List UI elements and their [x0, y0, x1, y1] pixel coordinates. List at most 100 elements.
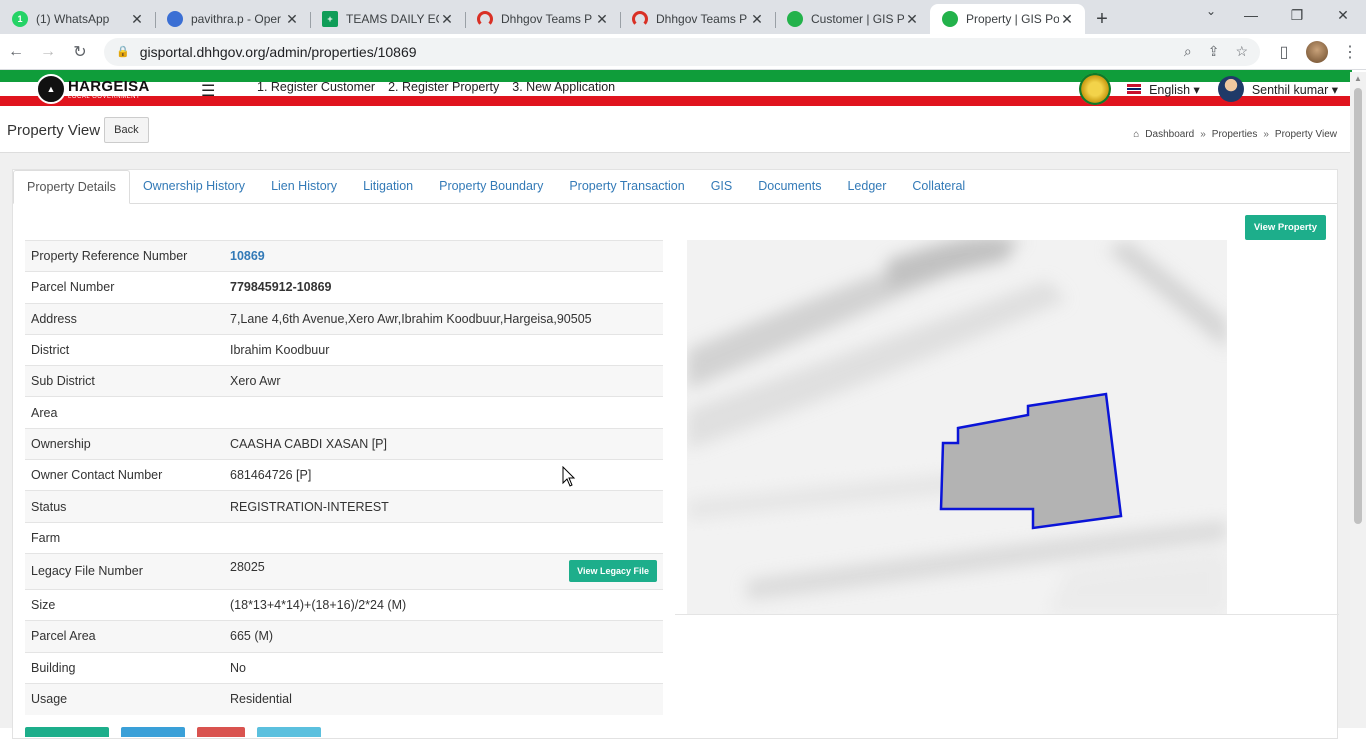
user-name: Senthil kumar	[1251, 82, 1329, 97]
close-tab-icon[interactable]: ✕	[284, 11, 300, 28]
language-label: English	[1149, 82, 1191, 97]
view-property-button[interactable]: View Property	[1244, 215, 1326, 240]
tab-ownership-history[interactable]: Ownership History	[130, 170, 258, 203]
close-tab-icon[interactable]: ✕	[1059, 11, 1075, 28]
zoom-icon[interactable]: ⌕	[1184, 43, 1192, 60]
row-label: Legacy File Number	[25, 552, 224, 590]
parcel-map[interactable]	[687, 240, 1227, 614]
url-input[interactable]: 🔒 gisportal.dhhgov.org/admin/properties/…	[104, 37, 1260, 66]
page-header: Property View Back ⌂ Dashboard » Propert…	[0, 108, 1350, 153]
mouse-cursor-icon	[562, 466, 576, 487]
logo-subtitle: LOCAL GOVERNMENT	[68, 93, 141, 100]
tab-collateral[interactable]: Collateral	[899, 170, 978, 203]
browser-tab[interactable]: Customer | GIS P ✕	[775, 4, 930, 34]
user-menu[interactable]: Senthil kumar ▾	[1252, 82, 1338, 97]
close-tab-icon[interactable]: ✕	[439, 11, 455, 28]
table-row: Parcel Number 779845912-10869	[25, 271, 663, 304]
profile-avatar[interactable]	[1306, 40, 1328, 63]
whatsapp-icon: 1	[12, 11, 28, 27]
nav-register-property[interactable]: 2. Register Property	[388, 80, 499, 94]
close-window-icon[interactable]: ✕	[1320, 0, 1366, 30]
browser-tab[interactable]: Dhhgov Teams P ✕	[620, 4, 775, 34]
address-value: 7,Lane 4,6th Avenue,Xero Awr,Ibrahim Koo…	[224, 302, 663, 335]
tab-title: (1) WhatsApp	[36, 12, 110, 26]
kebab-menu-icon[interactable]: ⋮	[1334, 42, 1366, 62]
tab-title: TEAMS DAILY EO	[346, 12, 439, 26]
browser-tab[interactable]: pavithra.p - Oper ✕	[155, 4, 310, 34]
tab-lien-history[interactable]: Lien History	[258, 170, 350, 203]
scroll-up-icon[interactable]: ▲	[1354, 74, 1362, 83]
close-tab-icon[interactable]: ✕	[904, 11, 920, 28]
gis-icon	[942, 11, 958, 27]
address-bar: ← → ↻ 🔒 gisportal.dhhgov.org/admin/prope…	[0, 34, 1366, 70]
reload-icon[interactable]: ↻	[64, 42, 96, 62]
breadcrumb-dashboard[interactable]: Dashboard	[1145, 129, 1194, 140]
browser-tab[interactable]: 1 (1) WhatsApp ✕	[0, 4, 155, 34]
row-label: Size	[25, 588, 224, 621]
action-button-partial[interactable]	[257, 727, 321, 737]
divider	[675, 614, 1339, 615]
usage-value: Residential	[224, 682, 663, 715]
row-label: Parcel Number	[25, 271, 224, 304]
new-tab-icon[interactable]: +	[1085, 4, 1119, 34]
district-value: Ibrahim Koodbuur	[224, 333, 663, 366]
table-row: Usage Residential	[25, 682, 663, 715]
close-tab-icon[interactable]: ✕	[749, 11, 765, 28]
tab-property-transaction[interactable]: Property Transaction	[556, 170, 697, 203]
action-button-partial[interactable]	[25, 727, 109, 737]
tab-property-boundary[interactable]: Property Boundary	[426, 170, 556, 203]
lock-icon[interactable]: 🔒	[116, 45, 130, 58]
nav-new-application[interactable]: 3. New Application	[512, 80, 615, 94]
hamburger-menu-icon[interactable]: ☰	[201, 81, 215, 101]
row-label: Farm	[25, 521, 224, 554]
back-button[interactable]: Back	[104, 117, 149, 143]
forward-arrow-icon[interactable]: →	[32, 43, 64, 61]
nav-register-customer[interactable]: 1. Register Customer	[257, 80, 375, 94]
arc-icon	[477, 11, 493, 27]
parcel-area-value: 665 (M)	[224, 620, 663, 653]
table-row: Sub District Xero Awr	[25, 365, 663, 397]
row-label: Address	[25, 302, 224, 335]
row-label: Ownership	[25, 427, 224, 460]
sub-district-value: Xero Awr	[224, 365, 663, 397]
row-label: Sub District	[25, 365, 224, 397]
tab-ledger[interactable]: Ledger	[834, 170, 899, 203]
tab-property-details[interactable]: Property Details	[13, 170, 130, 204]
user-avatar[interactable]	[1217, 76, 1244, 102]
tab-gis[interactable]: GIS	[698, 170, 746, 203]
close-tab-icon[interactable]: ✕	[129, 11, 145, 28]
logo-title: HARGEISA	[68, 77, 150, 95]
action-button-partial[interactable]	[121, 727, 185, 737]
tab-documents[interactable]: Documents	[745, 170, 834, 203]
row-label: Parcel Area	[25, 620, 224, 653]
gis-icon	[787, 11, 803, 27]
browser-tab-active[interactable]: Property | GIS Po ✕	[930, 4, 1085, 34]
tab-litigation[interactable]: Litigation	[350, 170, 426, 203]
close-tab-icon[interactable]: ✕	[594, 11, 610, 28]
property-reference-link[interactable]: 10869	[230, 249, 265, 263]
back-arrow-icon[interactable]: ←	[0, 43, 32, 61]
app-header: ▲ HARGEISA LOCAL GOVERNMENT ☰ 1. Register…	[0, 70, 1366, 108]
tab-title: Dhhgov Teams P	[501, 12, 593, 26]
minimize-icon[interactable]: —	[1228, 0, 1274, 30]
logo[interactable]: ▲ HARGEISA LOCAL GOVERNMENT	[36, 74, 150, 104]
breadcrumb-properties[interactable]: Properties	[1212, 129, 1258, 140]
breadcrumb: ⌂ Dashboard » Properties » Property View	[1133, 129, 1337, 140]
action-button-partial[interactable]	[197, 727, 245, 737]
tab-title: Dhhgov Teams P	[656, 12, 748, 26]
view-legacy-file-button[interactable]: View Legacy File	[569, 560, 657, 583]
browser-tab[interactable]: Dhhgov Teams P ✕	[465, 4, 620, 34]
table-row: Farm	[25, 521, 663, 554]
language-dropdown[interactable]: English ▾	[1149, 82, 1200, 97]
star-icon[interactable]: ☆	[1235, 43, 1248, 60]
table-row: Property Reference Number 10869	[25, 239, 663, 272]
chevron-down-icon[interactable]: ⌄	[1206, 4, 1216, 18]
browser-tab[interactable]: + TEAMS DAILY EO ✕	[310, 4, 465, 34]
restore-icon[interactable]: ❐	[1274, 0, 1320, 30]
page-scrollbar[interactable]: ▲	[1350, 72, 1366, 728]
sidepanel-icon[interactable]: ▯	[1268, 42, 1300, 62]
scrollbar-thumb[interactable]	[1354, 88, 1362, 524]
parcel-map-svg	[687, 240, 1227, 614]
building-value: No	[224, 651, 663, 684]
share-icon[interactable]: ⇪	[1208, 43, 1220, 60]
